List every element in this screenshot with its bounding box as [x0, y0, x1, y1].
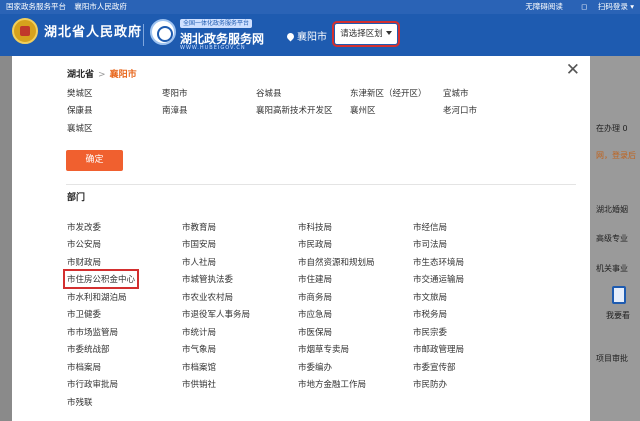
department-item[interactable]: 市生态环境局 — [413, 256, 464, 268]
confirm-button[interactable]: 确定 — [66, 150, 123, 171]
district-item[interactable]: 东津新区（经开区） — [350, 87, 427, 99]
bg-in-progress: 在办理 0 — [596, 124, 628, 133]
department-item[interactable]: 市民政局 — [298, 238, 332, 250]
department-item[interactable]: 市财政局 — [67, 256, 101, 268]
site-header: 湖北省人民政府 全国一体化政务服务平台 湖北政务服务网 WWW.HUBEIGOV… — [0, 14, 640, 56]
department-item[interactable]: 市经信局 — [413, 221, 447, 233]
region-select-button[interactable]: 请选择区划 — [332, 21, 400, 47]
district-item[interactable]: 枣阳市 — [162, 87, 188, 99]
department-item[interactable]: 市交通运输局 — [413, 273, 464, 285]
department-item[interactable]: 市税务局 — [413, 308, 447, 320]
department-item[interactable]: 市邮政管理局 — [413, 343, 464, 355]
region-dialog: ✕ 湖北省 > 襄阳市 樊城区 枣阳市 谷城县 东津新区（经开区） 宜城市 保康县 … — [12, 56, 590, 421]
bg-watch: 我要看 — [606, 311, 630, 320]
district-item[interactable]: 樊城区 — [67, 87, 93, 99]
department-item[interactable]: 市民防办 — [413, 378, 447, 390]
district-item[interactable]: 谷城县 — [256, 87, 282, 99]
department-item[interactable]: 市退役军人事务局 — [182, 308, 250, 320]
district-item[interactable]: 宜城市 — [443, 87, 469, 99]
department-item[interactable]: 市文旅局 — [413, 291, 447, 303]
national-emblem-icon — [12, 18, 38, 44]
department-item[interactable]: 市档案馆 — [182, 361, 216, 373]
close-icon[interactable]: ✕ — [566, 62, 580, 79]
header-divider — [143, 24, 144, 46]
district-item[interactable]: 襄城区 — [67, 122, 93, 134]
department-item[interactable]: 市发改委 — [67, 221, 101, 233]
bg-institution: 机关事业 — [596, 264, 628, 273]
department-item[interactable]: 市委宣传部 — [413, 361, 456, 373]
service-url: WWW.HUBEIGOV.CN — [180, 45, 246, 51]
accessibility-link[interactable]: 无障碍阅读 — [525, 2, 563, 11]
location-pin-icon — [285, 31, 296, 42]
breadcrumb: 湖北省 > 襄阳市 — [67, 67, 137, 80]
department-item[interactable]: 市残联 — [67, 396, 93, 408]
bg-login-hint: 网，登录后 — [596, 151, 636, 160]
department-item[interactable]: 市公安局 — [67, 238, 101, 250]
department-item[interactable]: 市委编办 — [298, 361, 332, 373]
department-item[interactable]: 市商务局 — [298, 291, 332, 303]
district-item[interactable]: 老河口市 — [443, 104, 477, 116]
department-item[interactable]: 市委统战部 — [67, 343, 110, 355]
department-item-housing-fund[interactable]: 市住房公积金中心 — [62, 269, 140, 289]
department-item[interactable]: 市卫健委 — [67, 308, 101, 320]
department-item[interactable]: 市城管执法委 — [182, 273, 233, 285]
department-item[interactable]: 市档案局 — [67, 361, 101, 373]
department-item[interactable]: 市司法局 — [413, 238, 447, 250]
department-item[interactable]: 市科技局 — [298, 221, 332, 233]
district-item[interactable]: 襄州区 — [350, 104, 376, 116]
section-divider — [66, 184, 576, 185]
gov-title[interactable]: 湖北省人民政府 — [44, 21, 142, 40]
bg-professional: 高级专业 — [596, 234, 628, 243]
breadcrumb-separator: > — [98, 70, 106, 80]
bg-approval: 项目审批 — [596, 354, 628, 363]
department-item[interactable]: 市统计局 — [182, 326, 216, 338]
department-item[interactable]: 市教育局 — [182, 221, 216, 233]
department-item[interactable]: 市烟草专卖局 — [298, 343, 349, 355]
user-icon: ◻ — [581, 2, 588, 11]
department-item[interactable]: 市国安局 — [182, 238, 216, 250]
department-item[interactable]: 市行政审批局 — [67, 378, 118, 390]
department-item[interactable]: 市地方金融工作局 — [298, 378, 366, 390]
phone-icon — [612, 286, 626, 304]
department-item[interactable]: 市人社局 — [182, 256, 216, 268]
national-platform-link[interactable]: 国家政务服务平台 — [6, 2, 66, 11]
xiangyang-gov-link[interactable]: 襄阳市人民政府 — [74, 2, 127, 11]
department-item[interactable]: 市民宗委 — [413, 326, 447, 338]
department-item[interactable]: 市医保局 — [298, 326, 332, 338]
district-item[interactable]: 保康县 — [67, 104, 93, 116]
current-location[interactable]: 襄阳市 — [285, 28, 327, 43]
district-item[interactable]: 南漳县 — [162, 104, 188, 116]
scan-login-link[interactable]: ◻ 扫码登录 ▾ — [573, 2, 634, 11]
department-item[interactable]: 市住建局 — [298, 273, 332, 285]
breadcrumb-city[interactable]: 襄阳市 — [110, 70, 137, 80]
department-item[interactable]: 市供销社 — [182, 378, 216, 390]
department-item[interactable]: 市气象局 — [182, 343, 216, 355]
top-bar: 国家政务服务平台 襄阳市人民政府 无障碍阅读 ◻ 扫码登录 ▾ — [0, 0, 640, 14]
department-item[interactable]: 市水利和湖泊局 — [67, 291, 127, 303]
department-item[interactable]: 市自然资源和规划局 — [298, 256, 375, 268]
department-item[interactable]: 市农业农村局 — [182, 291, 233, 303]
service-badge: 全国一体化政务服务平台 — [180, 19, 253, 28]
department-heading: 部门 — [67, 193, 86, 203]
district-item[interactable]: 襄阳高新技术开发区 — [256, 104, 333, 116]
service-logo-icon — [150, 19, 176, 45]
breadcrumb-province[interactable]: 湖北省 — [67, 70, 94, 80]
department-item[interactable]: 市应急局 — [298, 308, 332, 320]
bg-marriage: 湖北婚姻 — [596, 205, 628, 214]
department-item[interactable]: 市市场监管局 — [67, 326, 118, 338]
caret-down-icon — [385, 31, 392, 35]
